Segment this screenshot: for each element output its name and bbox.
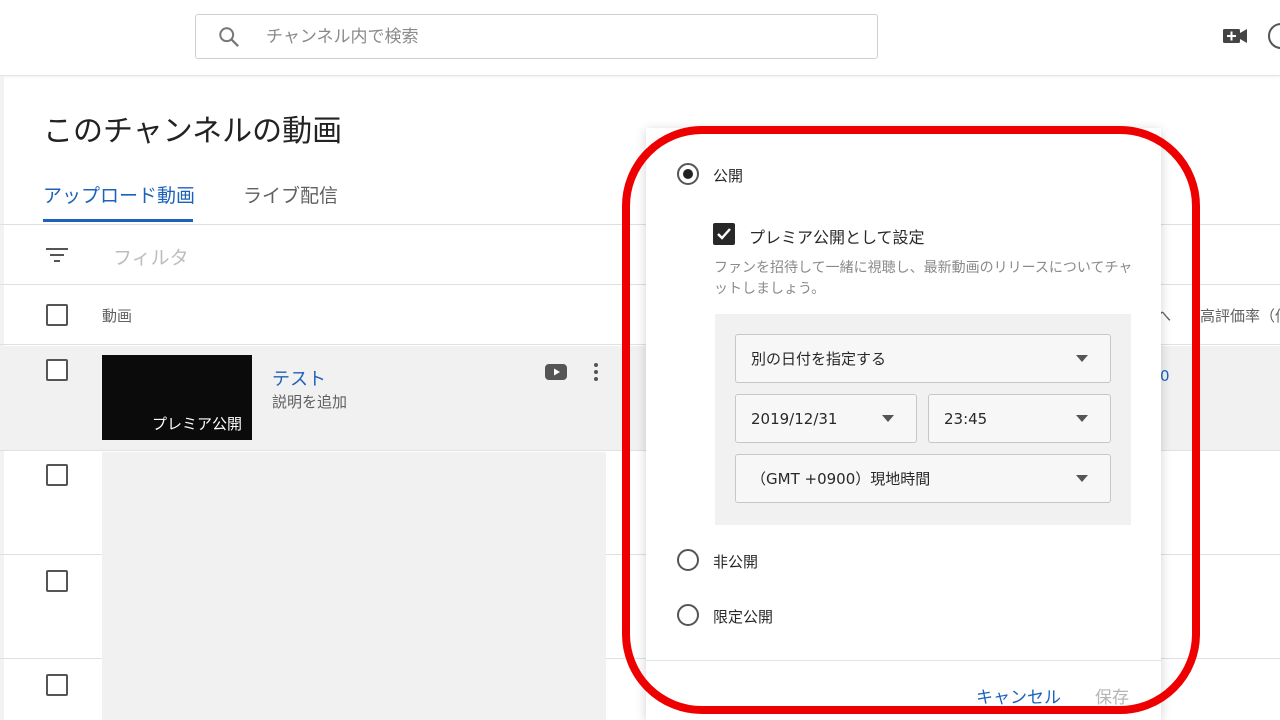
premiere-label[interactable]: プレミア公開として設定 [749, 224, 925, 248]
date-value: 2019/12/31 [751, 409, 838, 428]
radio-private-label[interactable]: 非公開 [713, 551, 758, 572]
top-bar [0, 0, 1280, 76]
filter-input[interactable]: フィルタ [113, 243, 189, 270]
premiere-checkbox[interactable] [713, 223, 735, 245]
dropdown-arrow-icon [882, 415, 894, 422]
date-mode-value: 別の日付を指定する [751, 350, 887, 368]
create-video-icon[interactable] [1222, 24, 1248, 48]
timezone-value: （GMT +0900）現地時間 [751, 470, 931, 488]
search-box[interactable] [195, 14, 878, 59]
tab-live[interactable]: ライブ配信 [243, 181, 338, 208]
time-value: 23:45 [944, 409, 988, 428]
checkmark-icon [717, 228, 731, 240]
radio-public-label[interactable]: 公開 [713, 165, 743, 186]
search-icon [219, 26, 239, 47]
filter-icon[interactable] [46, 246, 68, 264]
row-checkbox[interactable] [46, 570, 68, 592]
row-value: 0 [1160, 367, 1170, 385]
dropdown-arrow-icon [1076, 355, 1088, 362]
date-mode-dropdown[interactable]: 別の日付を指定する [735, 334, 1111, 383]
column-header-video: 動画 [102, 307, 133, 325]
page-title: このチャンネルの動画 [43, 114, 343, 149]
premiere-badge: プレミア公開 [151, 415, 242, 433]
account-icon[interactable] [1268, 23, 1280, 49]
row-checkbox[interactable] [46, 674, 68, 696]
video-thumbnail[interactable]: プレミア公開 [102, 355, 252, 440]
row-checkbox[interactable] [46, 464, 68, 486]
save-button[interactable]: 保存 [1095, 683, 1129, 708]
time-dropdown[interactable]: 23:45 [928, 394, 1111, 443]
tab-uploads[interactable]: アップロード動画 [43, 181, 195, 208]
column-header-like-rate[interactable]: 高評価率（低 [1200, 305, 1280, 326]
radio-unlisted[interactable] [677, 604, 699, 626]
radio-unlisted-label[interactable]: 限定公開 [713, 606, 773, 627]
dialog-footer-divider [646, 660, 1161, 661]
cancel-button[interactable]: キャンセル [976, 683, 1061, 708]
radio-private[interactable] [677, 549, 699, 571]
premiere-help-text: ファンを招待して一緒に視聴し、最新動画のリリースについてチャットしましょう。 [714, 260, 1133, 297]
select-all-checkbox[interactable] [46, 304, 68, 326]
radio-public[interactable] [677, 163, 699, 185]
video-title[interactable]: テスト [272, 365, 326, 391]
active-tab-indicator [43, 219, 193, 222]
redacted-rows [102, 452, 606, 720]
row-checkbox[interactable] [46, 359, 68, 381]
video-description[interactable]: 説明を追加 [272, 391, 347, 412]
more-options-icon[interactable] [592, 362, 600, 382]
youtube-icon[interactable] [545, 364, 567, 380]
dropdown-arrow-icon [1076, 475, 1088, 482]
timezone-dropdown[interactable]: （GMT +0900）現地時間 [735, 454, 1111, 503]
search-input[interactable] [266, 26, 826, 47]
date-dropdown[interactable]: 2019/12/31 [735, 394, 917, 443]
dropdown-arrow-icon [1076, 415, 1088, 422]
